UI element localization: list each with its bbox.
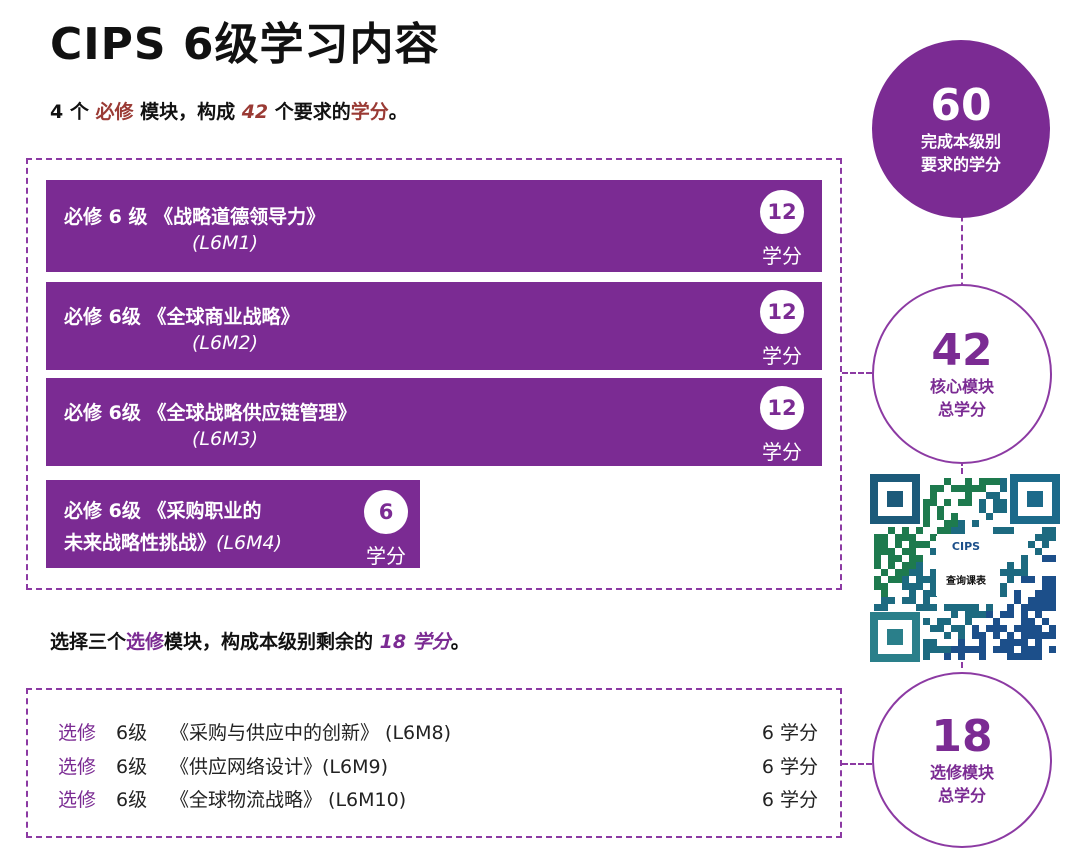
core-credits-value: 42 [931,324,993,376]
total-credits-label-line2: 要求的学分 [920,155,1001,175]
elective-intro-credits: 18 学分 [379,631,451,653]
page-title: CIPS 6级学习内容 [50,19,440,70]
list-item: 选修 6级 《采购与供应中的创新》 (L6M8) 6 学分 [58,718,818,748]
elective-credits-circle: 18 选修模块 总学分 [872,672,1052,848]
elective-level: 6级 [116,722,148,744]
elective-name: 《全球物流战略》 (L6M10) [170,789,407,811]
elective-type: 选修 [58,722,97,744]
elective-name: 《供应网络设计》(L6M9) [170,756,388,778]
core-intro-count: 4 个 [50,101,96,123]
qr-caption: 查询课表 [946,576,986,587]
elective-credits-label-line1: 选修模块 [929,763,994,782]
credit-unit: 学分 [366,544,406,568]
elective-credits-value: 18 [931,710,993,762]
core-module-title: 必修 6级 《全球商业战略》 [64,306,300,328]
credit-unit: 学分 [762,440,802,464]
elective-intro-end: 。 [450,631,470,653]
core-credits-circle: 42 核心模块 总学分 [872,284,1052,464]
core-intro-credits-word: 学分 [350,101,389,123]
elective-level: 6级 [116,756,148,778]
list-item: 选修 6级 《全球物流战略》 (L6M10) 6 学分 [58,785,818,815]
total-credits-circle: 60 完成本级别 要求的学分 [872,40,1050,218]
elective-level: 6级 [116,789,148,811]
elective-type: 选修 [58,756,97,778]
qr-brand: CIPS [951,540,981,553]
elective-intro-b: 模块，构成本级别剩余的 [164,631,380,653]
connector-line [842,763,872,765]
list-item: 选修 6级 《供应网络设计》(L6M9) 6 学分 [58,752,818,782]
core-module-code: (L6M4) [216,532,282,554]
elective-intro: 选择三个选修模块，构成本级别剩余的 18 学分。 [50,627,470,654]
connector-line [842,372,872,374]
core-intro: 4 个 必修 模块，构成 42 个要求的学分。 [50,97,408,124]
total-credits-label-line1: 完成本级别 [920,132,1001,151]
core-intro-mid: 模块，构成 [133,101,242,123]
elective-credit: 6 学分 [761,756,818,778]
core-credits-label-line1: 核心模块 [929,377,994,396]
credit-unit: 学分 [762,344,802,368]
core-module-title: 必修 6 级 《战略道德领导力》 [64,206,326,228]
elective-credit: 6 学分 [761,722,818,744]
credit-badge: 6 [364,490,408,534]
core-module-l6m2: 必修 6级 《全球商业战略》 (L6M2) 12 学分 [46,282,822,370]
core-module-code: (L6M2) [192,332,258,354]
core-intro-credits: 42 [241,101,269,123]
qr-code-image [870,474,1060,662]
elective-credit: 6 学分 [761,789,818,811]
credit-badge: 12 [760,290,804,334]
elective-intro-a: 选择三个 [50,631,127,653]
credit-badge: 12 [760,190,804,234]
elective-name: 《采购与供应中的创新》 (L6M8) [170,722,452,744]
core-credits-label-line2: 总学分 [937,400,986,420]
core-module-title-line2: 未来战略性挑战》(L6M4) [64,532,282,554]
core-module-l6m4: 必修 6级 《采购职业的 未来战略性挑战》(L6M4) 6 学分 [46,480,420,568]
elective-intro-optional: 选修 [126,631,165,653]
core-module-l6m3: 必修 6级 《全球战略供应链管理》 (L6M3) 12 学分 [46,378,822,466]
elective-credits-label-line2: 总学分 [937,786,986,806]
total-credits-value: 60 [930,79,992,131]
core-module-code: (L6M3) [192,428,258,450]
core-intro-end: 。 [388,101,408,123]
core-intro-required: 必修 [95,101,134,123]
credit-unit: 学分 [762,244,802,268]
core-module-title: 必修 6级 《采购职业的 [64,500,262,522]
elective-type: 选修 [58,789,97,811]
core-module-l6m1: 必修 6 级 《战略道德领导力》 (L6M1) 12 学分 [46,180,822,272]
core-module-code: (L6M1) [192,232,258,254]
qr-code[interactable]: CIPS 查询课表 [870,474,1060,662]
core-module-title: 必修 6级 《全球战略供应链管理》 [64,402,357,424]
core-intro-tail: 个要求的 [268,101,351,123]
credit-badge: 12 [760,386,804,430]
